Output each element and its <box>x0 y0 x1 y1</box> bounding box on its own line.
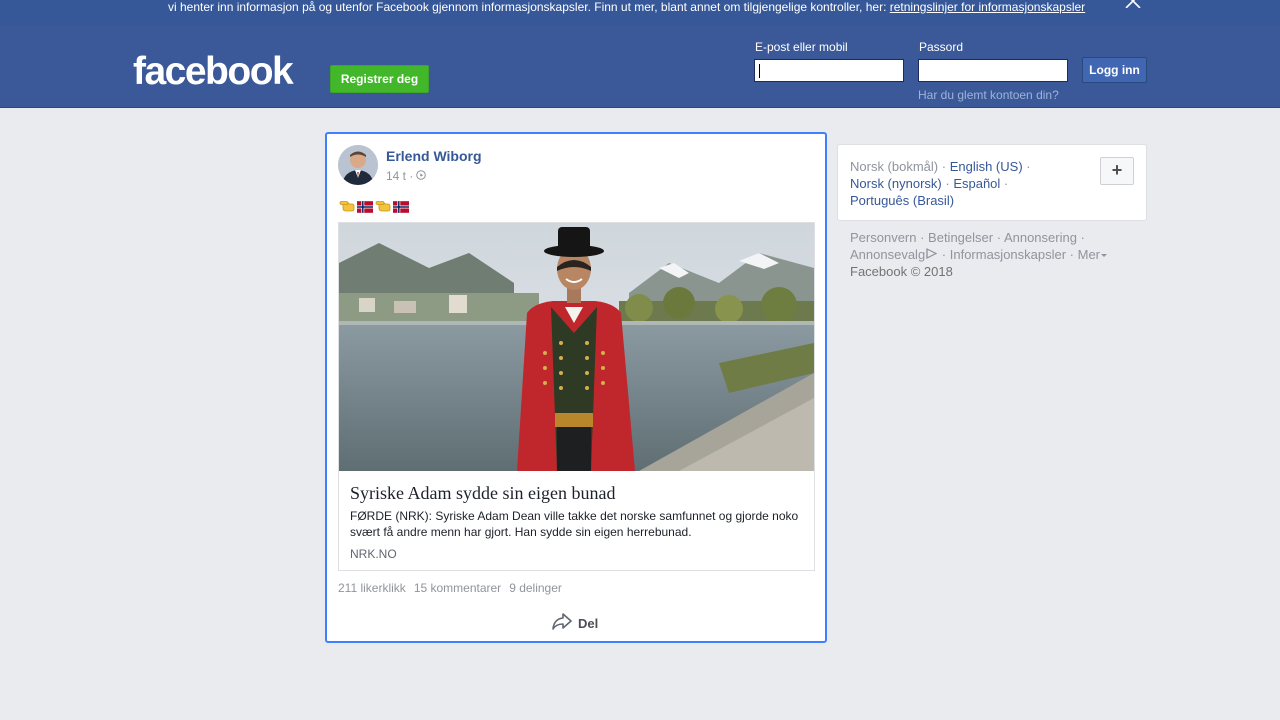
language-selector: Norsk (bokmål) · English (US) · Norsk (n… <box>837 144 1147 221</box>
norway-flag-icon <box>357 200 373 213</box>
footer-link-more[interactable]: Mer <box>1078 247 1100 262</box>
email-label: E-post eller mobil <box>755 40 848 54</box>
cookie-policy-link[interactable]: retningslinjer for informasjonskapsler <box>890 0 1085 14</box>
avatar[interactable] <box>338 145 378 185</box>
link-preview-description: FØRDE (NRK): Syriske Adam Dean ville tak… <box>350 509 799 539</box>
shares-count[interactable]: 9 delinger <box>509 581 562 595</box>
password-label: Passord <box>919 40 964 54</box>
post-card: Erlend Wiborg 14 t · Syriske Adam sydde … <box>325 132 827 643</box>
post-meta: 14 t · <box>386 169 427 183</box>
email-field[interactable] <box>754 59 904 82</box>
share-button-label: Del <box>578 615 599 631</box>
post-timestamp[interactable]: 14 t · <box>386 169 413 183</box>
footer-links: Personvern · Betingelser · Annonsering ·… <box>850 229 1140 280</box>
password-field[interactable] <box>918 59 1068 82</box>
comments-count[interactable]: 15 kommentarer <box>414 581 501 595</box>
share-button[interactable]: Del <box>552 613 598 633</box>
footer-link[interactable]: Betingelser <box>928 230 993 245</box>
norway-flag-icon <box>393 200 409 213</box>
link-preview[interactable]: Syriske Adam sydde sin eigen bunad FØRDE… <box>338 222 815 571</box>
login-button[interactable]: Logg inn <box>1082 57 1147 83</box>
language-item[interactable]: Português (Brasil) <box>850 193 954 208</box>
globe-icon <box>416 169 427 183</box>
language-item[interactable]: Norsk (nynorsk) <box>850 176 942 191</box>
copyright: Facebook © 2018 <box>850 264 953 279</box>
post-stats: 211 likerklikk 15 kommentarer 9 delinger <box>338 581 562 595</box>
footer-link[interactable]: Annonsevalg <box>850 247 925 262</box>
footer-link[interactable]: Personvern <box>850 230 916 245</box>
post-text-emoji <box>339 196 409 215</box>
cookie-banner-text: vi henter inn informasjon på og utenfor … <box>168 0 1085 14</box>
link-preview-image[interactable] <box>339 223 814 471</box>
footer-link[interactable]: Annonsering <box>1004 230 1077 245</box>
caret-down-icon <box>1100 247 1108 262</box>
language-current: Norsk (bokmål) <box>850 159 939 174</box>
forgot-account-link[interactable]: Har du glemt kontoen din? <box>918 88 1059 102</box>
footer-link[interactable]: Informasjonskapsler <box>950 247 1066 262</box>
language-item[interactable]: Español <box>953 176 1000 191</box>
pointing-hand-icon <box>375 196 391 215</box>
language-list: Norsk (bokmål) · English (US) · Norsk (n… <box>850 159 1031 208</box>
pointing-hand-icon <box>339 196 355 215</box>
facebook-logo[interactable]: facebook <box>133 50 294 94</box>
top-header: facebook Registrer deg E-post eller mobi… <box>0 25 1280 108</box>
link-preview-title[interactable]: Syriske Adam sydde sin eigen bunad <box>350 483 615 504</box>
close-icon[interactable] <box>1124 0 1142 9</box>
post-author[interactable]: Erlend Wiborg <box>386 148 482 164</box>
ad-choices-icon <box>925 247 938 262</box>
link-preview-domain: NRK.NO <box>350 547 397 561</box>
likes-count[interactable]: 211 likerklikk <box>338 581 406 595</box>
register-button[interactable]: Registrer deg <box>330 65 429 93</box>
language-item[interactable]: English (US) <box>950 159 1023 174</box>
add-language-button[interactable]: + <box>1100 157 1134 185</box>
share-icon <box>552 613 572 633</box>
cookie-banner-message: vi henter inn informasjon på og utenfor … <box>168 0 890 14</box>
cookie-banner: vi henter inn informasjon på og utenfor … <box>0 0 1280 25</box>
